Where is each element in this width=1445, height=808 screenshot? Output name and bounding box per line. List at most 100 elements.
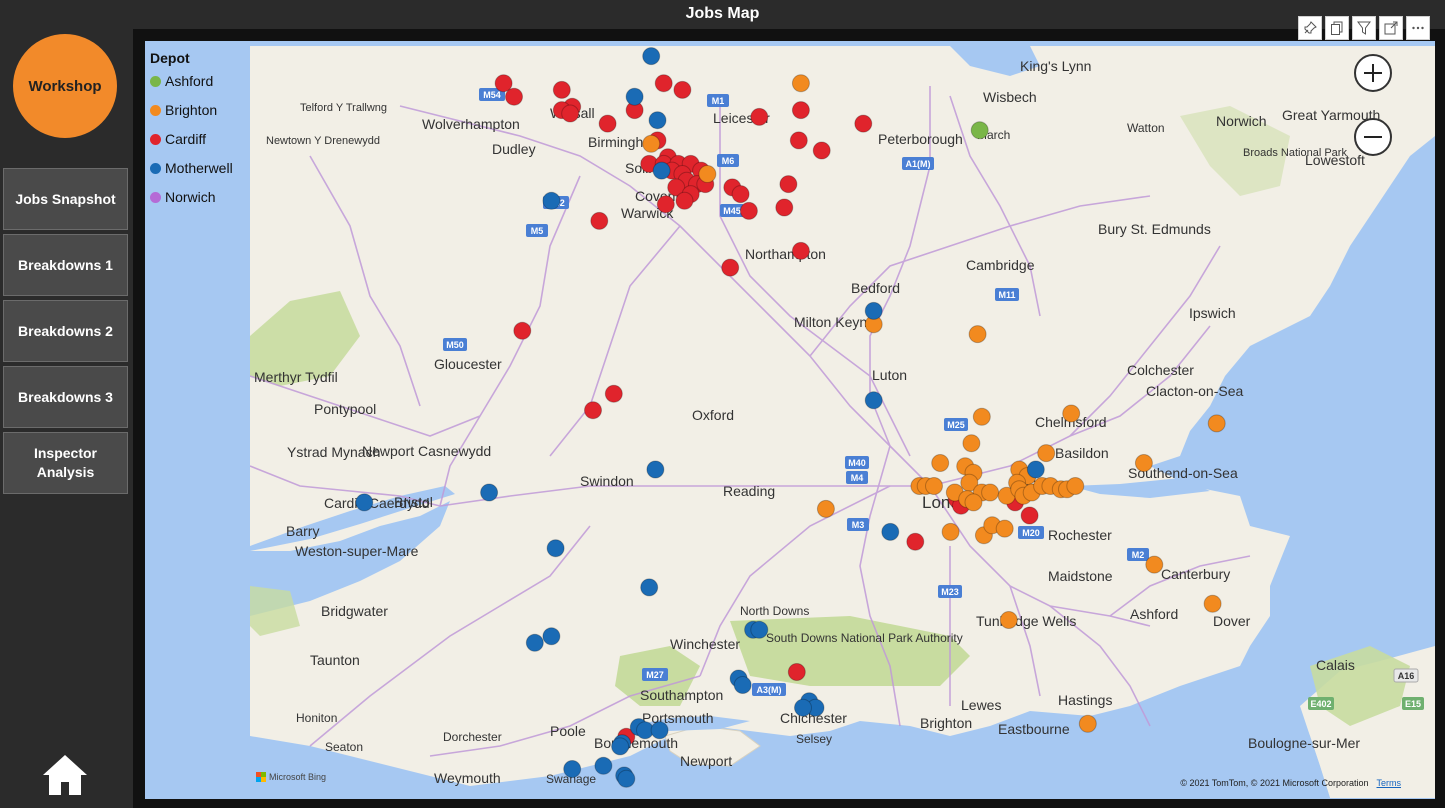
- job-marker-motherwell[interactable]: [648, 111, 667, 130]
- filter-button[interactable]: [1352, 16, 1376, 40]
- place-label: Peterborough: [878, 131, 963, 147]
- job-marker-motherwell[interactable]: [733, 676, 752, 694]
- job-marker-cardiff[interactable]: [787, 663, 806, 681]
- job-marker-cardiff[interactable]: [775, 198, 794, 217]
- job-marker-motherwell[interactable]: [611, 737, 630, 756]
- job-marker-motherwell[interactable]: [525, 633, 544, 652]
- terms-link[interactable]: Terms: [1377, 778, 1402, 788]
- job-marker-brighton[interactable]: [962, 434, 981, 453]
- job-marker-brighton[interactable]: [964, 493, 983, 512]
- job-marker-motherwell[interactable]: [650, 721, 669, 740]
- job-marker-brighton[interactable]: [1145, 555, 1164, 574]
- job-marker-brighton[interactable]: [698, 165, 717, 183]
- map-canvas[interactable]: King's Lynn Wisbech Norwich Great Yarmou…: [250, 46, 1435, 798]
- legend-item-motherwell[interactable]: Motherwell: [150, 158, 233, 178]
- job-marker-brighton[interactable]: [1207, 414, 1226, 433]
- job-marker-brighton[interactable]: [791, 74, 810, 93]
- copy-visual-button[interactable]: [1325, 16, 1349, 40]
- job-marker-cardiff[interactable]: [791, 241, 810, 260]
- job-marker-cardiff[interactable]: [561, 104, 580, 123]
- job-marker-cardiff[interactable]: [552, 80, 571, 99]
- job-marker-motherwell[interactable]: [794, 698, 812, 717]
- job-marker-brighton[interactable]: [941, 522, 960, 541]
- job-marker-cardiff[interactable]: [656, 195, 675, 214]
- job-marker-brighton[interactable]: [1078, 714, 1097, 733]
- job-marker-cardiff[interactable]: [654, 74, 673, 93]
- place-label: Wisbech: [983, 89, 1037, 105]
- job-marker-cardiff[interactable]: [791, 101, 810, 120]
- focus-mode-button[interactable]: [1379, 16, 1403, 40]
- job-marker-brighton[interactable]: [931, 454, 950, 472]
- job-marker-motherwell[interactable]: [355, 493, 374, 512]
- job-marker-cardiff[interactable]: [731, 185, 750, 204]
- home-button[interactable]: [40, 752, 90, 798]
- legend-item-cardiff[interactable]: Cardiff: [150, 129, 206, 149]
- legend-item-brighton[interactable]: Brighton: [150, 100, 217, 120]
- attribution-text: © 2021 TomTom, © 2021 Microsoft Corporat…: [1180, 778, 1369, 788]
- place-label: Tunbridge Wells: [976, 613, 1076, 629]
- zoom-out-button[interactable]: [1354, 118, 1392, 156]
- job-marker-motherwell[interactable]: [542, 191, 561, 210]
- job-marker-cardiff[interactable]: [604, 384, 623, 403]
- job-marker-brighton[interactable]: [1037, 444, 1056, 463]
- job-marker-cardiff[interactable]: [1020, 506, 1039, 525]
- job-marker-brighton[interactable]: [816, 499, 835, 518]
- job-marker-cardiff[interactable]: [505, 87, 523, 106]
- job-marker-motherwell[interactable]: [542, 627, 561, 646]
- legend-item-norwich[interactable]: Norwich: [150, 187, 216, 207]
- job-marker-cardiff[interactable]: [721, 258, 740, 277]
- job-marker-motherwell[interactable]: [625, 87, 644, 106]
- job-marker-motherwell[interactable]: [881, 522, 900, 541]
- job-marker-brighton[interactable]: [981, 483, 1000, 502]
- job-marker-motherwell[interactable]: [594, 756, 613, 775]
- more-options-button[interactable]: [1406, 16, 1430, 40]
- road-sign: M23: [938, 585, 962, 598]
- job-marker-cardiff[interactable]: [739, 201, 758, 220]
- job-marker-ashford[interactable]: [970, 121, 989, 140]
- job-marker-cardiff[interactable]: [673, 80, 692, 99]
- job-marker-brighton[interactable]: [968, 325, 987, 344]
- job-marker-cardiff[interactable]: [854, 114, 873, 133]
- job-marker-cardiff[interactable]: [513, 321, 532, 340]
- job-marker-motherwell[interactable]: [652, 161, 671, 180]
- job-marker-cardiff[interactable]: [675, 191, 694, 210]
- job-marker-motherwell[interactable]: [750, 620, 769, 639]
- job-marker-motherwell[interactable]: [480, 483, 499, 502]
- job-marker-cardiff[interactable]: [789, 131, 808, 150]
- nav-breakdowns-2-button[interactable]: Breakdowns 2: [3, 300, 128, 362]
- job-marker-brighton[interactable]: [642, 134, 661, 153]
- job-marker-motherwell[interactable]: [864, 301, 883, 320]
- nav-inspector-analysis-button[interactable]: Inspector Analysis: [3, 432, 128, 494]
- nav-breakdowns-1-button[interactable]: Breakdowns 1: [3, 234, 128, 296]
- job-marker-brighton[interactable]: [972, 407, 991, 426]
- job-marker-brighton[interactable]: [1066, 477, 1085, 495]
- job-marker-brighton[interactable]: [999, 611, 1018, 629]
- job-marker-cardiff[interactable]: [779, 175, 798, 194]
- job-marker-cardiff[interactable]: [906, 532, 925, 551]
- nav-breakdowns-3-button[interactable]: Breakdowns 3: [3, 366, 128, 428]
- job-marker-motherwell[interactable]: [864, 391, 883, 410]
- map-svg[interactable]: King's Lynn Wisbech Norwich Great Yarmou…: [250, 46, 1435, 798]
- pin-button[interactable]: [1298, 16, 1322, 40]
- job-marker-motherwell[interactable]: [640, 578, 659, 597]
- nav-jobs-snapshot-button[interactable]: Jobs Snapshot: [3, 168, 128, 230]
- job-marker-brighton[interactable]: [1062, 404, 1081, 423]
- job-marker-cardiff[interactable]: [598, 114, 617, 133]
- job-marker-motherwell[interactable]: [563, 760, 582, 778]
- job-marker-cardiff[interactable]: [750, 107, 769, 126]
- job-marker-motherwell[interactable]: [617, 769, 636, 788]
- job-marker-cardiff[interactable]: [590, 211, 609, 230]
- job-marker-cardiff[interactable]: [584, 401, 602, 420]
- workshop-button[interactable]: Workshop: [13, 34, 117, 138]
- job-marker-brighton[interactable]: [925, 477, 943, 495]
- job-marker-motherwell[interactable]: [642, 47, 661, 66]
- job-marker-brighton[interactable]: [1134, 454, 1153, 472]
- zoom-in-button[interactable]: [1354, 54, 1392, 92]
- job-marker-brighton[interactable]: [995, 519, 1014, 538]
- job-marker-cardiff[interactable]: [812, 141, 831, 160]
- job-marker-motherwell[interactable]: [1026, 460, 1045, 479]
- job-marker-motherwell[interactable]: [546, 539, 565, 558]
- job-marker-motherwell[interactable]: [646, 460, 665, 479]
- legend-item-ashford[interactable]: Ashford: [150, 71, 213, 91]
- job-marker-brighton[interactable]: [1203, 594, 1222, 613]
